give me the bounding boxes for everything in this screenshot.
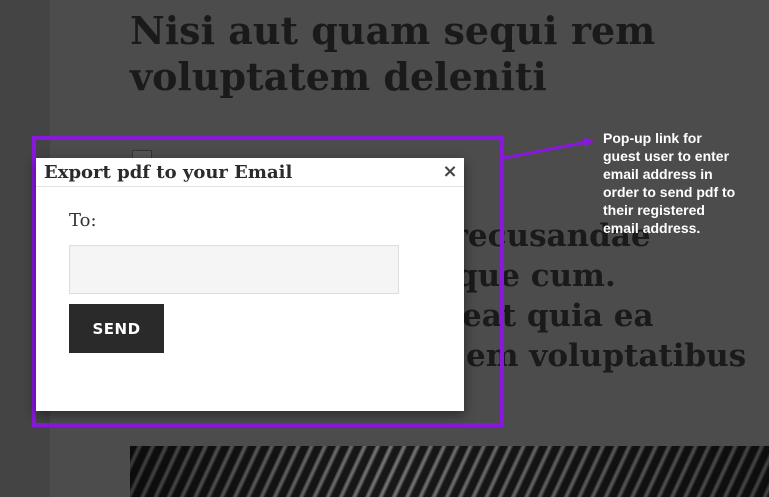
hero-image bbox=[130, 446, 769, 497]
article-title: Nisi aut quam sequi rem voluptatem delen… bbox=[130, 8, 690, 100]
close-icon[interactable]: × bbox=[442, 162, 458, 182]
modal-header: Export pdf to your Email × bbox=[36, 158, 464, 187]
article-subtitle-line: em voluptatibus bbox=[466, 338, 747, 374]
modal-title: Export pdf to your Email bbox=[44, 162, 293, 183]
export-pdf-modal: Export pdf to your Email × To: SEND bbox=[36, 158, 464, 411]
annotation-text: Pop-up link for guest user to enter emai… bbox=[603, 129, 763, 237]
article-title-line: Nisi aut quam sequi rem bbox=[130, 8, 656, 53]
annotation-line: Pop-up link for bbox=[603, 130, 702, 146]
annotation-line: email address. bbox=[603, 220, 701, 236]
send-button[interactable]: SEND bbox=[69, 304, 164, 353]
annotation-line: email address in bbox=[603, 166, 713, 182]
article-subtitle-line: eat quia ea bbox=[462, 298, 654, 334]
annotation-line: order to send pdf to bbox=[603, 184, 736, 200]
email-field[interactable] bbox=[69, 245, 399, 294]
annotation-line: guest user to enter bbox=[603, 148, 730, 164]
annotation-line: their registered bbox=[603, 202, 705, 218]
to-label: To: bbox=[69, 210, 97, 231]
article-title-line: voluptatem deleniti bbox=[130, 54, 547, 99]
